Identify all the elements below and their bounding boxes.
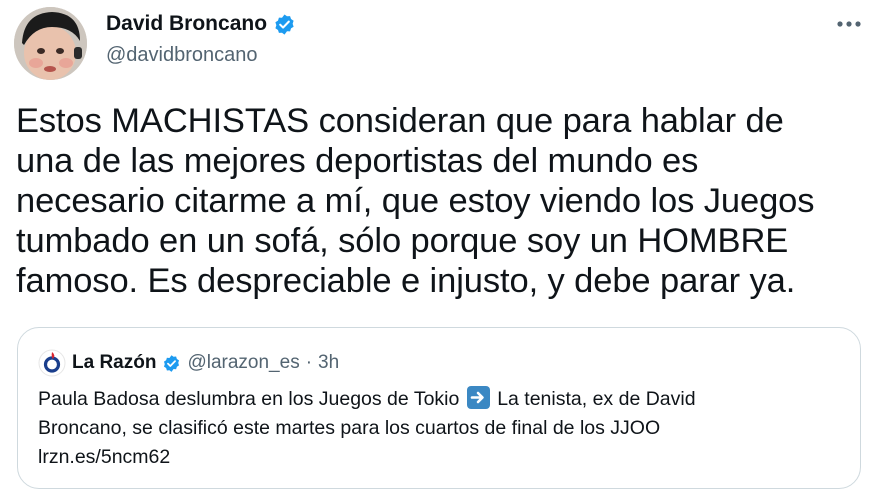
author-name-row[interactable]: David Broncano [106, 12, 296, 36]
tweet-card: David Broncano @davidbroncano Estos MACH… [0, 0, 880, 495]
tweet-text-line: necesario citarme a mí, que estoy viendo… [16, 182, 815, 220]
quoted-text-segment: Paula Badosa deslumbra en los Juegos de … [38, 388, 460, 410]
quoted-text-line: Broncano, se clasificó este martes para … [38, 417, 661, 439]
quoted-text-line: Paula Badosa deslumbra en los Juegos de … [38, 385, 848, 414]
quoted-text-segment: La tenista, ex de David [497, 388, 696, 410]
more-options-button[interactable] [832, 10, 866, 38]
quoted-tweet-header: La Razón @larazon_es · 3h [38, 349, 339, 377]
tweet-text-line: tumbado en un sofá, sólo porque soy un H… [16, 222, 789, 260]
quoted-tweet-time[interactable]: 3h [318, 352, 339, 374]
verified-badge-icon [273, 13, 296, 36]
quoted-tweet-card[interactable]: La Razón @larazon_es · 3h Paula Badosa d… [17, 327, 861, 489]
separator-dot: · [305, 352, 313, 373]
author-handle[interactable]: @davidbroncano [106, 44, 258, 67]
quoted-author-name[interactable]: La Razón [72, 352, 156, 374]
tweet-text-line: Estos MACHISTAS consideran que para habl… [16, 102, 784, 140]
author-name[interactable]: David Broncano [106, 12, 267, 36]
author-avatar[interactable] [14, 7, 87, 80]
more-dots-icon [837, 21, 861, 27]
tweet-text-line: famoso. Es despreciable e injusto, y deb… [16, 262, 796, 300]
tweet-text-line: una de las mejores deportistas del mundo… [16, 142, 699, 180]
quoted-tweet-link[interactable]: lrzn.es/5ncm62 [38, 443, 848, 472]
verified-badge-icon [162, 354, 181, 373]
tweet-text: Estos MACHISTAS consideran que para habl… [16, 101, 866, 301]
larazon-logo-icon [38, 349, 66, 377]
right-arrow-emoji-icon [466, 386, 490, 409]
quoted-tweet-text: Paula Badosa deslumbra en los Juegos de … [38, 385, 848, 472]
quoted-author-handle[interactable]: @larazon_es [187, 352, 299, 374]
